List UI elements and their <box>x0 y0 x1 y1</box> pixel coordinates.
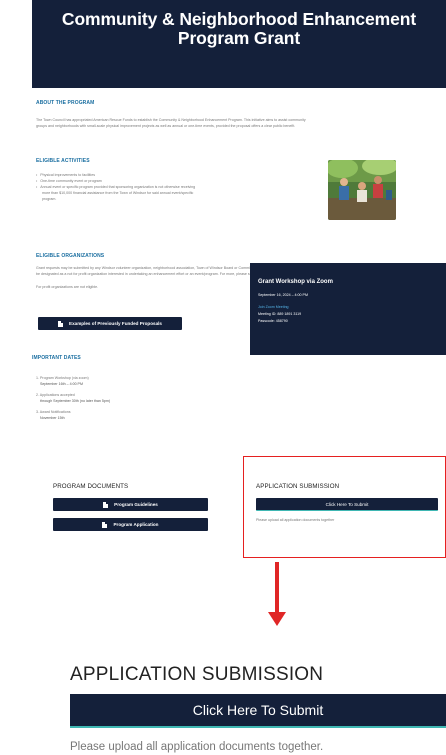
dates-title: IMPORTANT DATES <box>32 355 81 361</box>
workshop-date: September 16, 2024 – 4:00 PM <box>258 293 308 297</box>
guidelines-button[interactable]: Program Guidelines <box>53 498 208 511</box>
activities-list: Physical improvements to facilities One-… <box>36 172 326 190</box>
down-arrow-head <box>268 612 286 626</box>
about-text-1: The Town Council has appropriated Americ… <box>36 118 306 122</box>
page-title: Community & Neighborhood Enhancement Pro… <box>61 9 417 48</box>
about-title: ABOUT THE PROGRAM <box>36 100 95 106</box>
date-label: 1. Program Workshop (via zoom) <box>36 376 89 380</box>
activity-item-cont: program. <box>42 197 57 201</box>
submission-title: APPLICATION SUBMISSION <box>70 664 324 685</box>
date-label: 2. Applications accepted <box>36 393 75 397</box>
document-icon <box>102 521 108 528</box>
down-arrow-icon <box>275 562 279 616</box>
workshop-box: Grant Workshop via Zoom September 16, 20… <box>250 263 446 355</box>
document-icon <box>103 501 109 508</box>
date-value: through September 30th (no later than 5p… <box>40 399 111 403</box>
activity-item: Annual event or specific program provide… <box>36 184 326 190</box>
organizations-title: ELIGIBLE ORGANIZATIONS <box>36 253 105 259</box>
about-text-2: groups and neighborhoods with small-scal… <box>36 124 296 128</box>
activities-title: ELIGIBLE ACTIVITIES <box>36 158 90 164</box>
activity-item-cont: more than $10,000 financial assistance f… <box>42 191 194 195</box>
documents-title: PROGRAM DOCUMENTS <box>53 483 129 490</box>
date-label: 3. Award Notifications <box>36 410 71 414</box>
document-icon <box>58 320 64 327</box>
application-button[interactable]: Program Application <box>53 518 208 531</box>
date-value: September 16th – 4:00 PM <box>40 382 83 386</box>
zoom-link[interactable]: Join Zoom Meeting <box>258 305 289 309</box>
passcode: Passcode: 458790 <box>258 319 288 323</box>
page-header: Community & Neighborhood Enhancement Pro… <box>32 0 446 88</box>
meeting-id: Meeting ID: 889 1891 3119 <box>258 312 302 316</box>
examples-button[interactable]: Examples of Previously Funded Proposals <box>38 317 182 330</box>
workshop-title: Grant Workshop via Zoom <box>258 279 333 285</box>
volunteers-photo <box>328 160 396 220</box>
organizations-note: For profit organizations are not eligibl… <box>36 285 99 289</box>
highlight-box <box>243 456 446 558</box>
date-value: November 15th <box>40 416 65 420</box>
submit-button[interactable]: Click Here To Submit <box>70 694 446 728</box>
submission-note: Please upload all application documents … <box>70 741 324 753</box>
